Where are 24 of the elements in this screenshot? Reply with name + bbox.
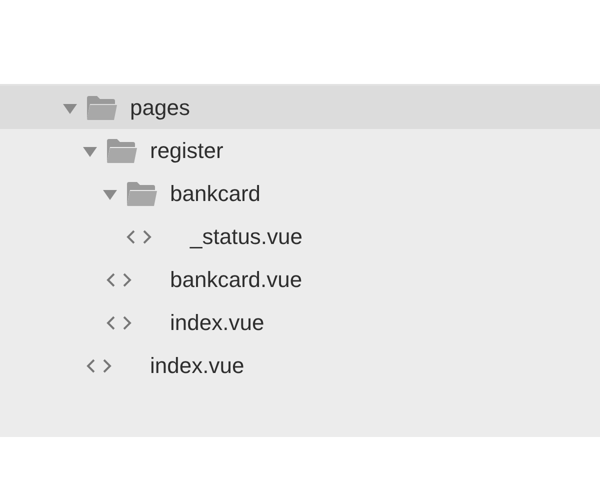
code-icon [106,272,132,288]
file-name: index.vue [150,352,244,378]
tree-row[interactable]: bankcard.vue [0,258,600,301]
code-icon [106,314,132,330]
tree-row[interactable]: index.vue [0,344,600,387]
expand-arrow-icon[interactable] [102,188,118,200]
code-icon [126,228,152,244]
folder-icon [126,180,158,206]
expand-arrow-icon[interactable] [82,144,98,156]
tree-row[interactable]: _status.vue [0,215,600,258]
code-icon [86,358,112,374]
folder-icon [86,94,118,120]
folder-icon [106,138,138,164]
folder-name: bankcard [170,180,261,206]
folder-name: register [150,138,224,164]
tree-row[interactable]: register [0,129,600,172]
expand-arrow-icon[interactable] [62,102,78,114]
file-name: index.vue [170,310,264,336]
folder-name: pages [130,94,190,120]
file-name: _status.vue [190,224,303,250]
tree-row[interactable]: pages [0,86,600,129]
tree-row[interactable]: index.vue [0,301,600,344]
tree-row[interactable]: bankcard [0,172,600,215]
file-name: bankcard.vue [170,266,302,292]
